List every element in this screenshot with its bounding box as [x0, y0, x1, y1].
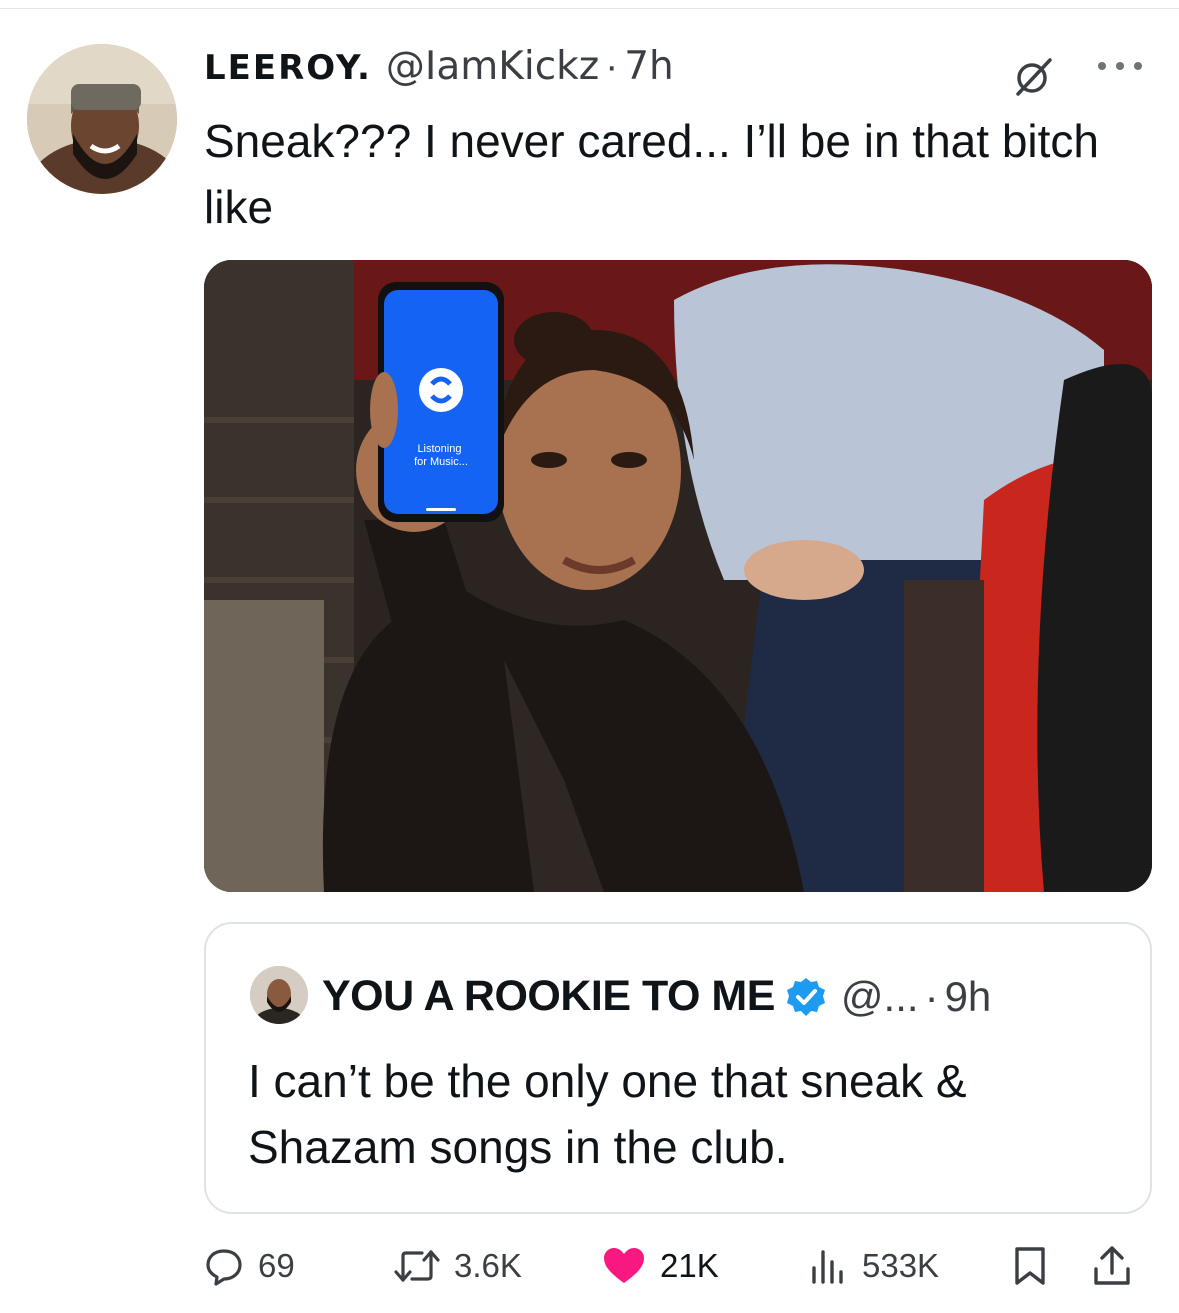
- reply-button[interactable]: 69: [204, 1236, 295, 1296]
- views-button[interactable]: 533K: [808, 1236, 939, 1296]
- share-button[interactable]: [1092, 1236, 1132, 1296]
- views-count: 533K: [862, 1247, 940, 1284]
- retweet-count: 3.6K: [454, 1247, 522, 1284]
- quoted-tweet-text: I can’t be the only one that sneak & Sha…: [248, 1055, 967, 1173]
- media-illustration: Listoning for Music...: [204, 260, 1152, 892]
- quoted-tweet-header: YOU A ROOKIE TO ME @... · 9h: [322, 972, 991, 1021]
- quoted-author-avatar[interactable]: [250, 966, 308, 1024]
- tweet-action-bar: 69 3.6K 21K 533K: [204, 1236, 1152, 1296]
- quoted-author-name: YOU A ROOKIE TO ME: [322, 972, 775, 1020]
- like-button[interactable]: 21K: [602, 1236, 719, 1296]
- author-name[interactable]: LEEROY.: [204, 48, 372, 88]
- quoted-tweet[interactable]: YOU A ROOKIE TO ME @... · 9h I can’t be …: [204, 922, 1152, 1214]
- phone-screen-text: Listoning for Music...: [414, 443, 468, 468]
- reply-icon: [206, 1249, 242, 1286]
- bookmark-icon: [1015, 1247, 1045, 1285]
- top-divider: [0, 8, 1179, 9]
- bookmark-button[interactable]: [1012, 1236, 1048, 1296]
- tweet-text: Sneak??? I never cared... I’ll be in tha…: [204, 115, 1099, 233]
- tweet-media-image[interactable]: Listoning for Music...: [204, 260, 1152, 892]
- tweet-timestamp[interactable]: 7h: [624, 44, 674, 89]
- views-icon: [812, 1250, 843, 1284]
- like-count: 21K: [660, 1247, 719, 1284]
- quoted-separator-dot: ·: [924, 972, 939, 1020]
- separator-dot: ·: [605, 45, 619, 88]
- grok-icon[interactable]: [1012, 56, 1054, 98]
- verified-icon: [786, 977, 825, 1016]
- retweet-button[interactable]: 3.6K: [394, 1236, 522, 1296]
- author-handle[interactable]: @IamKickz: [386, 44, 599, 89]
- tweet-header: LEEROY. @IamKickz · 7h: [204, 44, 674, 94]
- more-icon[interactable]: [1090, 56, 1150, 76]
- quoted-author-handle: @...: [840, 972, 919, 1020]
- retweet-icon: [394, 1250, 440, 1282]
- author-avatar[interactable]: [27, 44, 177, 194]
- quoted-tweet-timestamp: 9h: [944, 972, 992, 1020]
- share-icon: [1094, 1246, 1130, 1285]
- reply-count: 69: [258, 1247, 295, 1284]
- heart-icon: [604, 1248, 644, 1283]
